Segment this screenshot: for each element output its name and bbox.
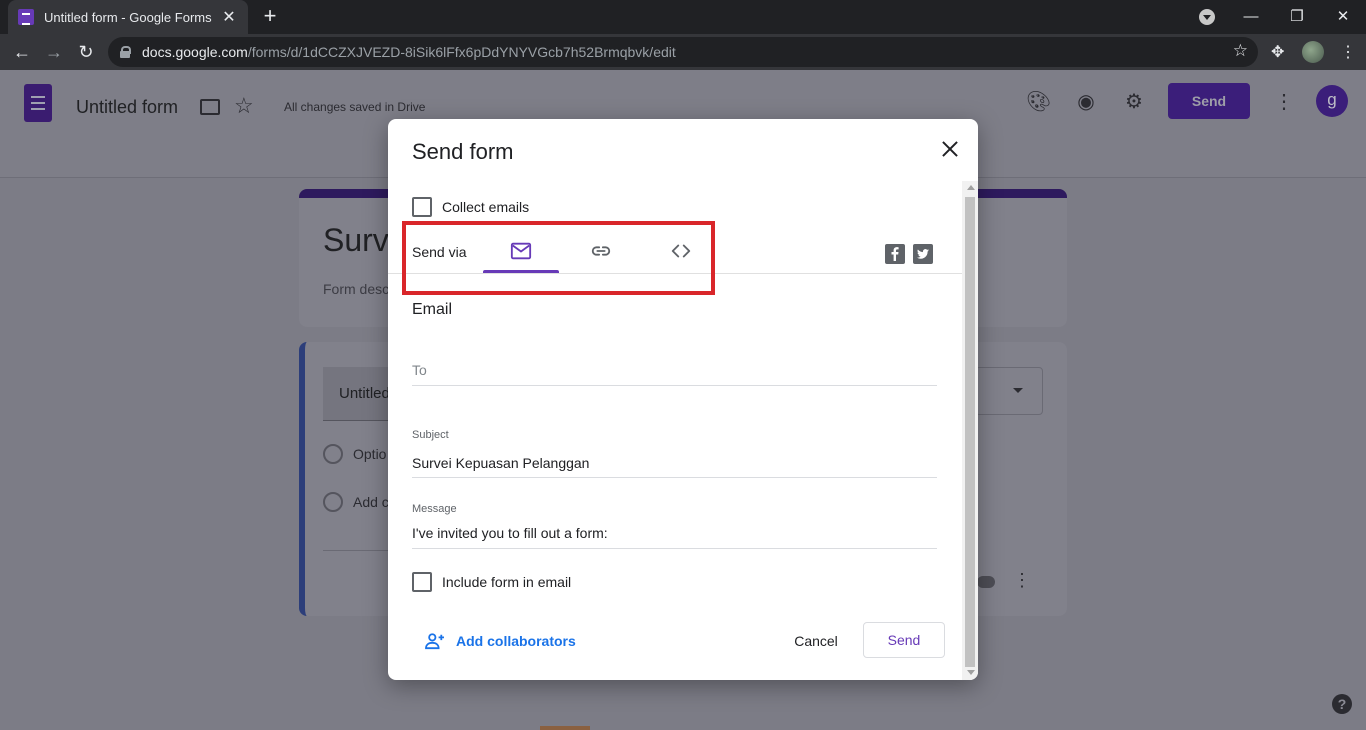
url-host: docs.google.com: [142, 44, 248, 60]
restore-icon[interactable]: ❐: [1284, 4, 1310, 30]
browser-toolbar: ← → ↻ docs.google.com/forms/d/1dCCZXJVEZ…: [0, 34, 1366, 70]
scroll-down-arrow-icon[interactable]: [967, 670, 975, 675]
question-title-partial: Untitled: [339, 385, 390, 402]
dialog-title: Send form: [412, 139, 514, 164]
to-field[interactable]: To: [412, 362, 427, 378]
cancel-button[interactable]: Cancel: [783, 624, 849, 658]
email-section-title: Email: [412, 301, 453, 318]
tab-search-icon[interactable]: [1199, 9, 1215, 25]
more-options-icon[interactable]: ⋮: [1272, 90, 1296, 114]
collect-emails-label: Collect emails: [442, 199, 530, 215]
browser-tabstrip: Untitled form - Google Forms ✕ + — ❐ ✕: [0, 0, 1366, 34]
folder-icon[interactable]: [200, 99, 220, 115]
new-tab-icon[interactable]: +: [258, 5, 282, 29]
send-button-header[interactable]: Send: [1168, 83, 1250, 119]
send-button[interactable]: Send: [863, 622, 945, 658]
url-path: /forms/d/1dCCZXJVEZD-8iSik6lFfx6pDdYNYVG…: [247, 44, 676, 60]
scroll-thumb[interactable]: [965, 197, 975, 667]
tab-close-icon[interactable]: ✕: [220, 7, 238, 27]
to-field-underline: [412, 385, 937, 386]
browser-tab[interactable]: Untitled form - Google Forms ✕: [8, 0, 248, 34]
help-icon[interactable]: ?: [1332, 694, 1352, 714]
form-title[interactable]: Untitled form: [76, 97, 178, 118]
palette-icon[interactable]: 🎨︎: [1026, 90, 1051, 114]
subject-field[interactable]: Survei Kepuasan Pelanggan: [412, 455, 589, 471]
back-icon[interactable]: ←: [9, 39, 35, 65]
preview-eye-icon[interactable]: ◉: [1074, 90, 1098, 114]
question-type-select: [975, 367, 1043, 415]
dialog-scrollbar[interactable]: [962, 181, 978, 680]
bookmark-star-icon[interactable]: ☆: [1233, 41, 1248, 61]
twitter-icon[interactable]: [913, 244, 933, 264]
option-radio-icon: [323, 444, 343, 464]
browser-profile-avatar[interactable]: [1302, 41, 1324, 63]
minimize-icon[interactable]: —: [1238, 4, 1264, 30]
settings-gear-icon[interactable]: ⚙: [1122, 90, 1146, 114]
add-option-partial: Add c: [353, 494, 389, 510]
google-forms-logo-icon[interactable]: [24, 84, 52, 122]
required-toggle: [977, 576, 995, 588]
add-collaborators-label: Add collaborators: [456, 633, 576, 649]
scroll-up-arrow-icon[interactable]: [967, 185, 975, 190]
address-bar[interactable]: docs.google.com/forms/d/1dCCZXJVEZD-8iSi…: [108, 37, 1258, 67]
send-form-dialog: Send form Collect emails Send via Email …: [388, 119, 978, 680]
subject-label: Subject: [412, 429, 449, 441]
collect-emails-checkbox[interactable]: [412, 197, 432, 217]
google-forms-favicon-icon: [18, 9, 34, 25]
form-heading-partial: Surv: [323, 222, 389, 258]
extensions-puzzle-icon[interactable]: ✥: [1271, 42, 1284, 62]
question-more-icon: ⋮: [1013, 570, 1031, 590]
taskbar-strip: [540, 726, 590, 730]
include-form-label: Include form in email: [442, 574, 572, 590]
include-form-checkbox[interactable]: [412, 572, 432, 592]
forward-icon[interactable]: →: [41, 39, 67, 65]
add-collaborators-button[interactable]: Add collaborators: [424, 632, 576, 650]
window-close-icon[interactable]: ✕: [1330, 4, 1356, 30]
message-field-underline: [412, 548, 937, 549]
reload-icon[interactable]: ↻: [73, 39, 99, 65]
subject-field-underline: [412, 477, 937, 478]
option-label-partial: Optio: [353, 446, 387, 462]
add-person-icon: [425, 633, 444, 650]
dialog-close-icon[interactable]: [938, 137, 962, 161]
star-icon[interactable]: ☆: [234, 93, 254, 119]
form-description-partial: Form desc: [323, 281, 390, 297]
browser-menu-icon[interactable]: ⋮: [1340, 42, 1356, 62]
lock-icon: [120, 46, 131, 58]
message-field[interactable]: I've invited you to fill out a form:: [412, 525, 608, 541]
tab-title: Untitled form - Google Forms: [44, 9, 212, 25]
message-label: Message: [412, 503, 457, 515]
highlight-box: [402, 221, 715, 295]
save-status: All changes saved in Drive: [284, 100, 426, 114]
user-avatar[interactable]: g: [1316, 85, 1348, 117]
facebook-icon[interactable]: [885, 244, 905, 264]
question-footer-divider: [323, 550, 388, 551]
add-option-radio-icon: [323, 492, 343, 512]
